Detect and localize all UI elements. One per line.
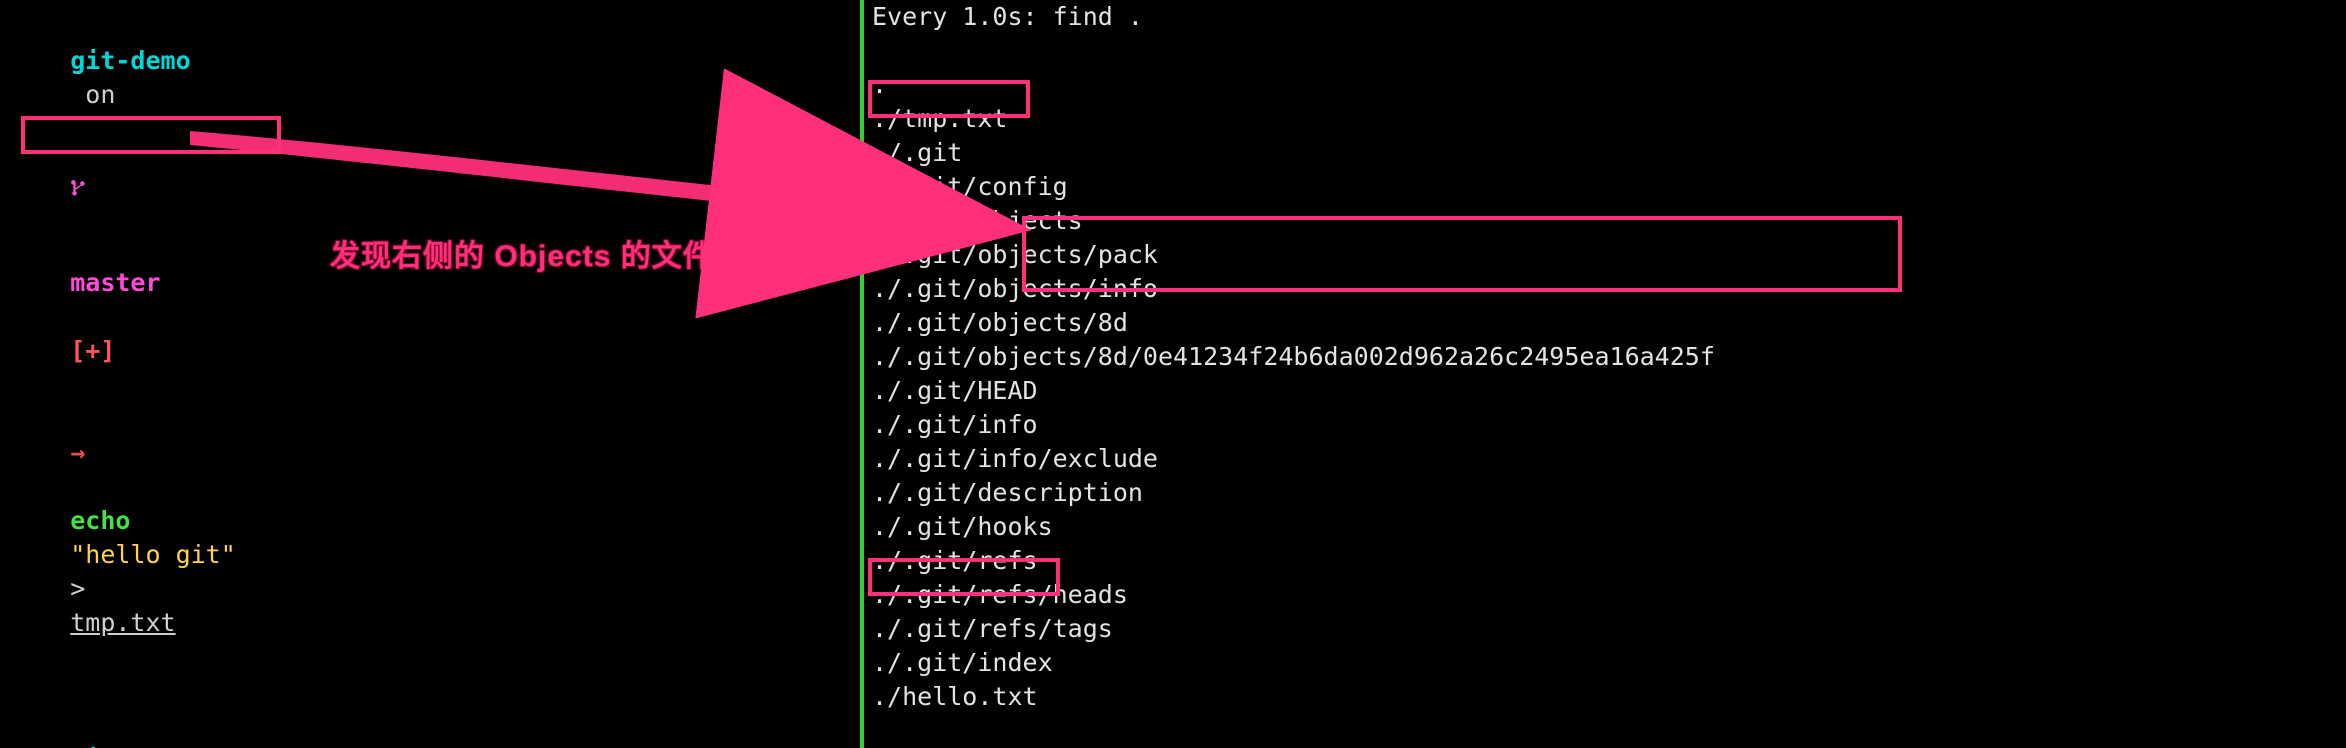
find-output-line: ./.git/index [872,646,2346,680]
prompt-line-2: git-demo on master [+?] [10,708,860,748]
echo-target-file: tmp.txt [70,608,175,637]
redirect-op: > [70,574,85,603]
find-output-line: ./.git/description [872,476,2346,510]
right-terminal-pane[interactable]: Every 1.0s: find . ../tmp.txt./.git./.gi… [872,0,2346,748]
find-output-line: ./.git/HEAD [872,374,2346,408]
spacer [872,34,2346,68]
find-output-line: ./.git/objects [872,204,2346,238]
branch-icon [70,111,88,265]
find-output-line: ./.git/info [872,408,2346,442]
find-output-line: ./.git [872,136,2346,170]
find-output-line: ./.git/objects/pack [872,238,2346,272]
status-flags: [+] [70,336,115,365]
watch-header: Every 1.0s: find . [872,0,2346,34]
find-output-line: ./.git/objects/info [872,272,2346,306]
find-output: ../tmp.txt./.git./.git/config./.git/obje… [872,68,2346,714]
find-output-line: . [872,68,2346,102]
echo-string: "hello git" [70,540,236,569]
branch-name: master [70,268,160,297]
prompt-line-1: git-demo on master [+] [10,10,860,402]
find-output-line: ./.git/hooks [872,510,2346,544]
left-terminal-pane[interactable]: git-demo on master [+] → echo "hello git… [0,0,860,748]
spacer [10,674,860,708]
annotation-text: 发现右侧的 Objects 的文件并没有变化 [330,240,869,274]
find-output-line: ./hello.txt [872,680,2346,714]
prompt-arrow: → [70,438,85,467]
find-output-line: ./.git/refs [872,544,2346,578]
on-word: on [85,80,115,109]
find-output-line: ./.git/objects/8d/0e41234f24b6da002d962a… [872,340,2346,374]
cmd-echo: echo [70,506,130,535]
cwd: git-demo [70,46,190,75]
find-output-line: ./.git/refs/heads [872,578,2346,612]
command-line-1: → echo "hello git" > tmp.txt [10,402,860,674]
find-output-line: ./.git/objects/8d [872,306,2346,340]
pane-divider[interactable] [860,0,864,748]
find-output-line: ./tmp.txt [872,102,2346,136]
find-output-line: ./.git/refs/tags [872,612,2346,646]
find-output-line: ./.git/config [872,170,2346,204]
find-output-line: ./.git/info/exclude [872,442,2346,476]
